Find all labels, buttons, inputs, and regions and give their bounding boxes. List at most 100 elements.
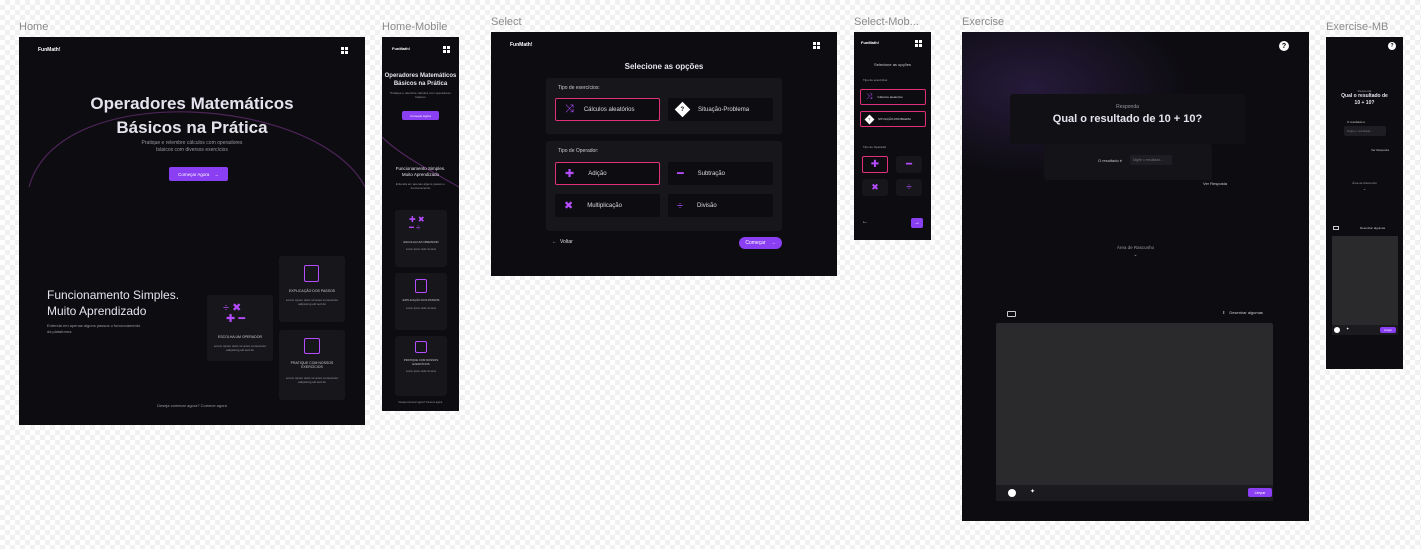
menu-grid-icon[interactable]	[813, 42, 820, 49]
multiplication-option[interactable]: ✖ Multiplicação	[555, 194, 660, 217]
question-text: Qual o resultado de 10 + 10?	[1052, 113, 1203, 125]
start-now-button[interactable]: Começar Agora →	[169, 167, 228, 181]
help-icon[interactable]: ?	[1388, 42, 1396, 50]
question-kicker: Responda	[1116, 104, 1139, 110]
random-calc-option[interactable]: ⤨ Cálculos aleatórios	[860, 89, 926, 105]
frame-label-exercise: Exercise	[962, 16, 1005, 28]
frame-label-select-mobile: Select-Mob...	[854, 16, 919, 28]
help-icon[interactable]: ?	[1279, 41, 1289, 51]
division-option[interactable]: ÷ Divisão	[668, 194, 773, 217]
drawing-canvas[interactable]	[996, 323, 1273, 501]
footer-cta[interactable]: Deseja comecar agora? Comece agora	[19, 403, 365, 408]
question-diamond-icon: ?	[864, 114, 875, 124]
frame-label-home: Home	[19, 21, 49, 33]
start-now-button[interactable]: Começar Agora	[402, 111, 439, 120]
see-answer-link[interactable]: Ver Resposta	[1371, 148, 1389, 152]
footer-cta[interactable]: Deseja comecar agora? Comece agora	[382, 401, 459, 404]
draft-area-label: Área de Rascunho	[1116, 245, 1155, 250]
frame-label-select: Select	[491, 16, 522, 28]
logo[interactable]: FunMath!	[510, 42, 533, 48]
see-answer-link[interactable]: Ver Resposta	[1203, 181, 1227, 186]
home-frame: FunMath! Operadores Matemáticos Básicos …	[19, 37, 365, 425]
answer-label: O resultado é	[1098, 158, 1123, 163]
feature-desc: Lorem ipsum dolor sit amet consectetur a…	[285, 376, 339, 384]
random-calc-option[interactable]: ⤨ Cálculos aleatórios	[555, 98, 660, 121]
minus-icon: ━	[905, 159, 913, 170]
answer-input[interactable]	[1344, 126, 1386, 136]
pen-color-white[interactable]	[1334, 327, 1340, 333]
multiply-option[interactable]: ✖	[862, 179, 888, 196]
shuffle-icon: ⤨	[866, 92, 873, 101]
next-button[interactable]: →	[911, 218, 923, 228]
select-frame: FunMath! Selecione as opções Tipo de exe…	[491, 32, 837, 276]
plus-icon: ✚	[870, 159, 880, 170]
hero-subtitle: Pratique e relembre cálculos com operado…	[390, 91, 451, 99]
option-label: SITUAÇÃO-PROBLEMA	[878, 117, 912, 121]
divide-icon: ÷	[906, 182, 912, 193]
document-icon	[304, 265, 319, 282]
question-card: Responda Qual o resultado de 10 + 10?	[1010, 94, 1245, 144]
pen-color-white[interactable]	[1008, 489, 1016, 497]
feature-title: ESCOLHA UM OPERADOR	[218, 335, 262, 339]
drawing-canvas[interactable]	[1332, 236, 1398, 335]
divide-option[interactable]: ÷	[896, 179, 922, 196]
logo[interactable]: FunMath!	[861, 40, 879, 45]
logo[interactable]: FunMath!	[392, 46, 410, 51]
clear-button[interactable]: Limpar	[1248, 488, 1272, 497]
multiply-icon: ✖	[871, 182, 879, 192]
menu-grid-icon[interactable]	[443, 46, 450, 53]
minus-option[interactable]: ━	[896, 156, 922, 173]
problem-situation-option[interactable]: ? Situação-Problema	[668, 98, 773, 121]
feature-card-operator: ✚ ✖ ━ ÷ ESCOLHA UM OPERADOR Lorem ipsum d…	[395, 210, 447, 267]
back-button[interactable]: ← Voltar	[552, 239, 573, 245]
section-title: Funcionamento Simples. Muito Aprendizado	[395, 166, 446, 177]
start-button[interactable]: Começar →	[739, 237, 782, 249]
clear-button[interactable]: Limpar	[1380, 327, 1396, 333]
feature-card-practice: PRATIQUE COM NOSSOS EXERCÍCIOS Lorem ips…	[395, 336, 447, 396]
exercise-type-group: Tipo de exercícios: ⤨ Cálculos aleatório…	[546, 78, 782, 134]
option-label: Situação-Problema	[698, 106, 750, 113]
option-label: Multiplicação	[587, 202, 622, 209]
answer-input[interactable]	[1130, 155, 1172, 165]
feature-desc: Lorem ipsum dolor sit amet consectetur a…	[285, 298, 339, 306]
eraser-icon: ⇞	[1222, 310, 1226, 315]
addition-option[interactable]: ✚ Adição	[555, 162, 660, 185]
menu-grid-icon[interactable]	[341, 47, 348, 54]
feature-card-steps: EXPLICAÇÃO DOS PASSOS Lorem ipsum dolor …	[279, 256, 345, 322]
keyboard-icon[interactable]	[1007, 311, 1016, 317]
section-desc: Entenda em apenas alguns passos o funcio…	[395, 182, 446, 190]
chevron-down-icon[interactable]: ⌄	[962, 252, 1309, 258]
document-icon	[415, 279, 427, 293]
eraser-tool[interactable]: Desenhar algumas	[1360, 226, 1385, 230]
feature-desc: Lorem ipsum dolor sit amet	[405, 307, 437, 310]
back-arrow-icon[interactable]: ←	[862, 219, 868, 225]
feature-title: EXPLICAÇÃO DOS PASSOS	[402, 298, 440, 302]
logo[interactable]: FunMath!	[38, 47, 61, 53]
hero-title: Operadores Matemáticos Básicos na Prátic…	[90, 94, 294, 137]
hero-subtitle: Pratique e relembre cálculos com operado…	[141, 140, 243, 153]
feature-card-practice: PRATIQUE COM NOSSOS EXERCÍCIOS Lorem ips…	[279, 330, 345, 400]
feature-title: EXPLICAÇÃO DOS PASSOS	[288, 289, 336, 293]
tool-icon[interactable]: ✦	[1346, 326, 1349, 331]
option-label: Subtração	[697, 170, 725, 177]
op-label: Tipo de Operador	[863, 145, 887, 149]
chevron-down-icon[interactable]: ⌄	[1326, 186, 1403, 191]
question-text: Qual o resultado de 10 + 10?	[1341, 93, 1388, 106]
problem-situation-option[interactable]: ? SITUAÇÃO-PROBLEMA	[860, 111, 926, 127]
divide-icon: ÷	[677, 199, 684, 212]
feature-desc: Lorem ipsum dolor sit amet consectetur a…	[213, 344, 267, 352]
arrow-right-icon: →	[770, 240, 776, 246]
frame-label-exercise-mb: Exercise-MB	[1326, 21, 1389, 33]
plus-option[interactable]: ✚	[862, 156, 888, 173]
answer-card: O resultado é	[1044, 144, 1212, 180]
subtraction-option[interactable]: ━ Subtração	[668, 162, 773, 185]
canvas-toolbar: ✦ Limpar	[996, 485, 1273, 501]
operators-icon: ✚ ✖ ━ ÷	[409, 215, 425, 232]
menu-grid-icon[interactable]	[915, 40, 922, 47]
tool-icon[interactable]: ✦	[1030, 488, 1035, 495]
eraser-tool[interactable]: ⇞ Desenhar algumas	[1222, 310, 1263, 315]
keyboard-icon[interactable]	[1333, 226, 1339, 230]
option-label: Adição	[588, 170, 607, 177]
select-mobile-frame: FunMath! Selecione as opções Tipo de exe…	[854, 32, 931, 240]
feature-desc: Lorem ipsum dolor sit amet	[405, 370, 437, 373]
